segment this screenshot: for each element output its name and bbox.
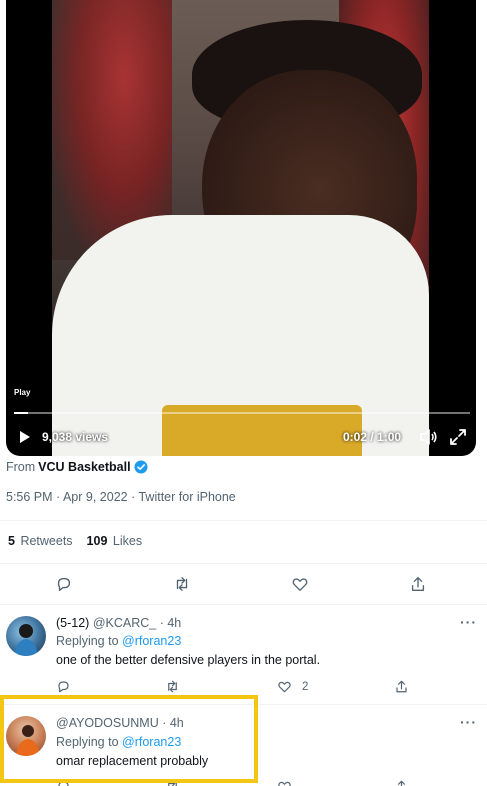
share-icon [411, 577, 425, 591]
reply-button[interactable] [52, 572, 76, 596]
share-icon [397, 780, 406, 786]
retweet-button[interactable] [165, 779, 183, 786]
retweet-icon [168, 780, 177, 786]
retweets-label: Retweets [20, 534, 73, 548]
like-button[interactable] [277, 679, 295, 697]
play-label: Play [14, 388, 31, 397]
retweet-icon [168, 680, 177, 693]
reply-icon [57, 577, 71, 591]
reply-author-name[interactable]: (5-12) [56, 616, 89, 630]
retweets-count: 5 [8, 534, 15, 548]
share-button[interactable] [406, 572, 430, 596]
more-icon: ··· [460, 714, 477, 730]
mention-link[interactable]: @rforan23 [122, 634, 181, 648]
more-button[interactable]: ··· [460, 714, 477, 730]
play-icon [20, 431, 30, 443]
reply-button[interactable] [56, 779, 74, 786]
avatar-image [14, 624, 38, 656]
play-button[interactable] [10, 424, 38, 450]
retweet-icon [176, 577, 188, 591]
reply-icon [58, 781, 69, 786]
retweet-button[interactable] [170, 572, 194, 596]
avatar[interactable] [6, 616, 46, 656]
reply-icon [58, 681, 69, 693]
video-progress-bar[interactable] [14, 412, 470, 414]
reply-button[interactable] [56, 679, 74, 697]
verified-icon [134, 460, 148, 474]
likes-stat[interactable]: 109 Likes [87, 534, 143, 548]
reply-header: (5-12) @KCARC_ · 4h [56, 616, 181, 630]
avatar[interactable] [6, 716, 46, 756]
reply-header: @AYODOSUNMU · 4h [56, 716, 184, 730]
tweet-timestamp[interactable]: 5:56 PM · Apr 9, 2022 · Twitter for iPho… [6, 490, 236, 504]
like-button[interactable] [277, 779, 295, 786]
reply-text: omar replacement probably [56, 754, 209, 768]
replying-prefix: Replying to [56, 634, 119, 648]
reply-handle-time: @AYODOSUNMU · 4h [56, 716, 184, 730]
video-frame [52, 0, 429, 456]
share-button[interactable] [394, 779, 412, 786]
reply-handle-time: @KCARC_ · 4h [92, 616, 182, 630]
fullscreen-icon [450, 429, 466, 445]
source-line: From VCU Basketball [6, 460, 148, 474]
divider [0, 604, 487, 605]
volume-icon [420, 429, 437, 445]
engagement-stats: 5 Retweets 109 Likes [8, 534, 142, 548]
volume-button[interactable] [418, 427, 438, 447]
likes-label: Likes [112, 534, 143, 548]
more-button[interactable]: ··· [460, 614, 477, 630]
retweet-button[interactable] [165, 679, 183, 697]
share-button[interactable] [394, 679, 412, 697]
more-icon: ··· [460, 614, 477, 630]
divider [0, 563, 487, 564]
replying-prefix: Replying to [56, 735, 119, 749]
video-time: 0:02 / 1:00 [343, 430, 402, 444]
mention-link[interactable]: @rforan23 [122, 735, 181, 749]
source-account-link[interactable]: VCU Basketball [38, 460, 130, 474]
like-button[interactable] [288, 572, 312, 596]
likes-count: 109 [86, 534, 108, 548]
like-icon [278, 681, 291, 693]
divider [0, 704, 487, 705]
reply-text: one of the better defensive players in t… [56, 653, 321, 667]
avatar-image [16, 725, 40, 756]
source-prefix: From [6, 460, 36, 474]
share-icon [396, 680, 407, 693]
video-progress-fill [14, 412, 28, 414]
video-player[interactable]: Play 9,038 views 0:02 / 1:00 [6, 0, 476, 456]
fullscreen-button[interactable] [448, 427, 468, 447]
like-count: 2 [302, 681, 309, 693]
like-icon [278, 781, 291, 786]
view-count: 9,038 views [42, 430, 109, 444]
replying-to-line: Replying to @rforan23 [56, 634, 181, 648]
retweets-stat[interactable]: 5 Retweets [8, 534, 73, 548]
replying-to-line: Replying to @rforan23 [56, 735, 181, 749]
divider [0, 520, 487, 521]
like-icon [292, 578, 308, 591]
